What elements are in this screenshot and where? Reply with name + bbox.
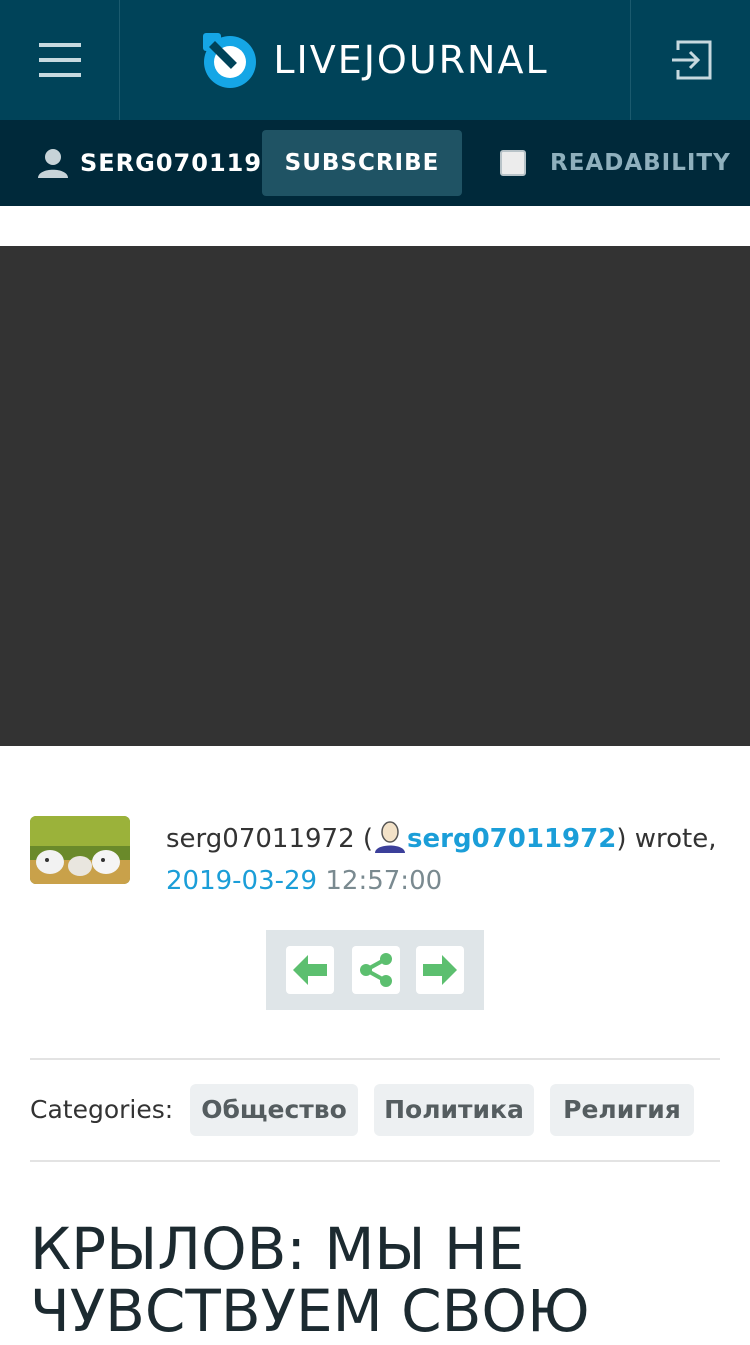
logo-text: LIVEJOURNAL bbox=[273, 38, 549, 82]
divider-bottom bbox=[30, 1160, 720, 1162]
entry-date-link[interactable]: 2019-03-29 bbox=[166, 866, 317, 896]
post-title: КРЫЛОВ: МЫ НЕ ЧУВСТВУЕМ СВОЮ bbox=[30, 1215, 590, 1345]
user-profile-icon[interactable] bbox=[373, 821, 407, 853]
entry-navigation bbox=[266, 930, 484, 1010]
livejournal-logo-icon bbox=[203, 33, 257, 88]
top-header: LIVEJOURNAL bbox=[0, 0, 750, 120]
logo[interactable]: LIVEJOURNAL bbox=[120, 0, 630, 120]
share-button[interactable] bbox=[352, 946, 400, 994]
readability-toggle[interactable]: READABILITY bbox=[500, 120, 731, 206]
entry-meta: serg07011972 ( serg07011972) wrote, 2019… bbox=[166, 818, 726, 902]
readability-checkbox[interactable] bbox=[500, 150, 526, 176]
wrote-text: wrote, bbox=[634, 824, 717, 854]
login-button[interactable] bbox=[630, 0, 750, 120]
author-link[interactable]: serg07011972 bbox=[407, 824, 616, 854]
user-icon bbox=[38, 149, 68, 178]
login-icon bbox=[671, 40, 711, 80]
arrow-left-icon bbox=[293, 955, 327, 985]
divider-top bbox=[30, 1058, 720, 1060]
author-avatar[interactable] bbox=[30, 816, 130, 884]
prev-entry-button[interactable] bbox=[286, 946, 334, 994]
menu-button[interactable] bbox=[0, 0, 120, 120]
share-icon bbox=[360, 953, 392, 987]
readability-label: READABILITY bbox=[550, 150, 731, 176]
subscribe-button[interactable]: SUBSCRIBE bbox=[262, 130, 462, 196]
hamburger-menu-icon bbox=[38, 43, 81, 77]
journal-user[interactable]: SERG070119... bbox=[38, 120, 292, 206]
entry-time: 12:57:00 bbox=[325, 866, 443, 896]
category-tag[interactable]: Религия bbox=[550, 1084, 694, 1136]
journal-subbar: SERG070119... SUBSCRIBE READABILITY bbox=[0, 120, 750, 206]
ad-banner bbox=[0, 246, 750, 746]
category-tag[interactable]: Политика bbox=[374, 1084, 534, 1136]
journal-username: SERG070119... bbox=[80, 149, 293, 177]
category-tag[interactable]: Общество bbox=[190, 1084, 358, 1136]
categories-label: Categories: bbox=[30, 1095, 174, 1124]
arrow-right-icon bbox=[423, 955, 457, 985]
author-name: serg07011972 bbox=[166, 824, 355, 854]
next-entry-button[interactable] bbox=[416, 946, 464, 994]
